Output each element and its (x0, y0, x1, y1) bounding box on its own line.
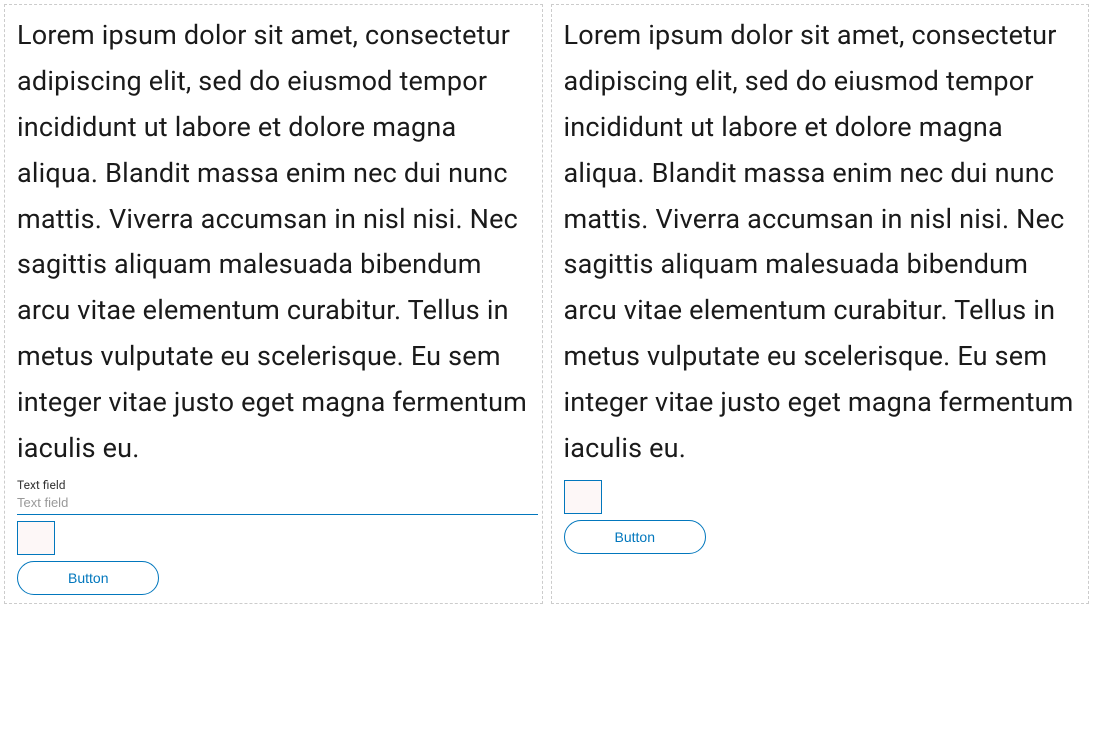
panel-right: Lorem ipsum dolor sit amet, consectetur … (551, 4, 1090, 604)
panel-left: Lorem ipsum dolor sit amet, consectetur … (4, 4, 543, 604)
button-left[interactable]: Button (17, 561, 159, 595)
checkbox-left[interactable] (17, 521, 55, 555)
textfield-input[interactable] (17, 493, 538, 515)
button-right[interactable]: Button (564, 520, 706, 554)
layout-container: Lorem ipsum dolor sit amet, consectetur … (4, 4, 1089, 604)
textfield-label: Text field (17, 478, 538, 492)
checkbox-right[interactable] (564, 480, 602, 514)
paragraph-right: Lorem ipsum dolor sit amet, consectetur … (552, 5, 1089, 476)
controls-left: Button (5, 515, 542, 603)
controls-right: Button (552, 476, 1089, 562)
paragraph-left: Lorem ipsum dolor sit amet, consectetur … (5, 5, 542, 476)
textfield-wrapper: Text field (5, 478, 542, 515)
